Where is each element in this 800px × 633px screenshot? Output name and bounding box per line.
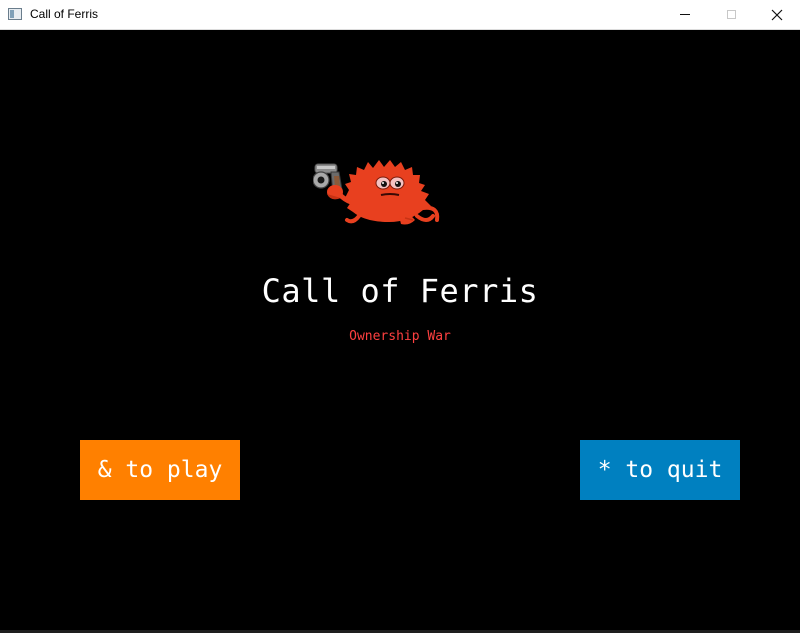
play-button[interactable]: & to play — [80, 440, 240, 500]
window-titlebar[interactable]: Call of Ferris — [0, 0, 800, 30]
quit-button[interactable]: * to quit — [580, 440, 740, 500]
ferris-crab-with-gun-icon — [313, 160, 440, 225]
minimize-icon — [680, 14, 690, 15]
maximize-button[interactable] — [708, 0, 754, 29]
window-title: Call of Ferris — [30, 7, 99, 21]
app-icon — [8, 8, 22, 20]
close-icon — [771, 9, 783, 20]
game-title: Call of Ferris — [261, 272, 539, 310]
close-button[interactable] — [754, 0, 800, 29]
game-subtitle: Ownership War — [349, 329, 451, 344]
minimize-button[interactable] — [662, 0, 708, 29]
maximize-icon — [726, 10, 736, 19]
